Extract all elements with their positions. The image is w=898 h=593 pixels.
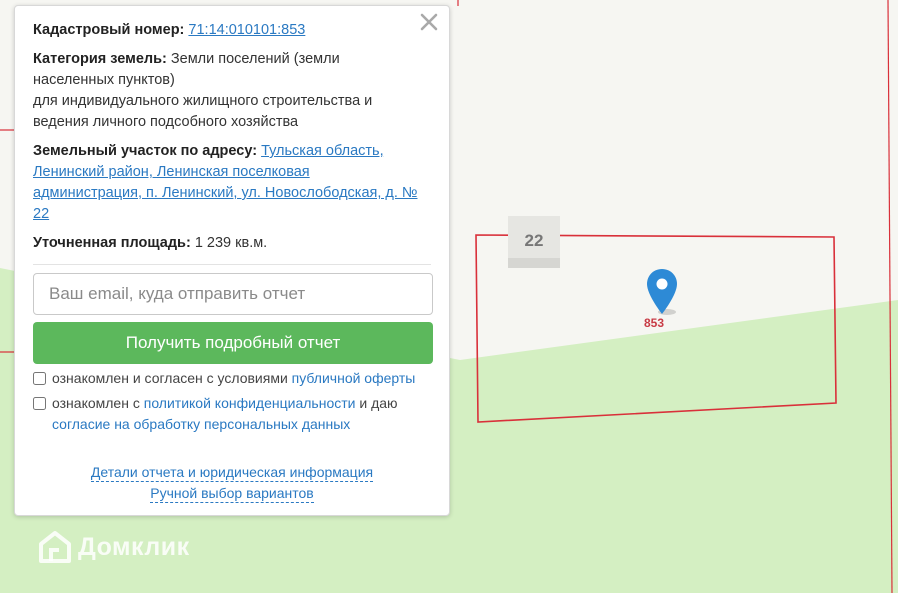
- category-label: Категория земель:: [33, 51, 167, 67]
- category-line-4: ведения личного подсобного хозяйства: [33, 114, 299, 130]
- category-row: Категория земель: Земли поселений (земли…: [33, 49, 431, 133]
- address-row: Земельный участок по адресу: Тульская об…: [33, 141, 431, 225]
- offer-consent-text: ознакомлен и согласен с условиями: [52, 370, 288, 386]
- domclick-logo-icon: [39, 531, 71, 563]
- map-pin-icon[interactable]: [645, 268, 679, 318]
- area-label: Уточненная площадь:: [33, 235, 191, 251]
- cadastral-label: Кадастровый номер:: [33, 22, 185, 38]
- public-offer-link[interactable]: публичной оферты: [292, 370, 416, 386]
- watermark-text: Домклик: [78, 532, 190, 561]
- close-icon[interactable]: [417, 10, 441, 34]
- address-link-3[interactable]: администрация, п. Ленинский, ул. Новосло…: [33, 185, 417, 201]
- category-line-2: населенных пунктов): [33, 72, 175, 88]
- offer-checkbox[interactable]: [33, 372, 46, 385]
- email-input[interactable]: [33, 273, 433, 315]
- divider: [33, 264, 431, 265]
- address-link-2[interactable]: Ленинский район, Ленинская поселковая: [33, 164, 310, 180]
- address-link-4[interactable]: 22: [33, 206, 49, 222]
- privacy-checkbox[interactable]: [33, 397, 46, 410]
- area-row: Уточненная площадь: 1 239 кв.м.: [33, 233, 431, 254]
- footer-links: Детали отчета и юридическая информация Р…: [33, 462, 431, 504]
- privacy-consent-text-2: и даю: [359, 395, 398, 411]
- personal-data-consent-link[interactable]: согласие на обработку персональных данны…: [52, 416, 350, 432]
- parcel-info-popup: Кадастровый номер: 71:14:010101:853 Кате…: [14, 5, 450, 516]
- report-details-link[interactable]: Детали отчета и юридическая информация: [90, 464, 374, 482]
- privacy-policy-link[interactable]: политикой конфиденциальности: [144, 395, 356, 411]
- cadastral-number-link[interactable]: 71:14:010101:853: [188, 22, 305, 38]
- category-line-3: для индивидуального жилищного строительс…: [33, 93, 373, 109]
- manual-selection-link[interactable]: Ручной выбор вариантов: [150, 485, 314, 503]
- offer-consent: ознакомлен и согласен с условиями публич…: [33, 368, 431, 389]
- cadastral-row: Кадастровый номер: 71:14:010101:853: [33, 20, 431, 41]
- address-label: Земельный участок по адресу:: [33, 143, 258, 159]
- privacy-consent-text: ознакомлен с: [52, 395, 140, 411]
- get-report-button[interactable]: Получить подробный отчет: [33, 322, 433, 364]
- privacy-consent: ознакомлен с политикой конфиденциальност…: [33, 393, 431, 435]
- category-line-1: Земли поселений (земли: [170, 51, 340, 67]
- parcel-number-label: 853: [644, 316, 665, 330]
- area-value: 1 239 кв.м.: [194, 235, 268, 251]
- address-link-1[interactable]: Тульская область,: [261, 143, 384, 159]
- house-number-label: 22: [508, 216, 560, 268]
- domclick-watermark: Домклик: [38, 530, 190, 564]
